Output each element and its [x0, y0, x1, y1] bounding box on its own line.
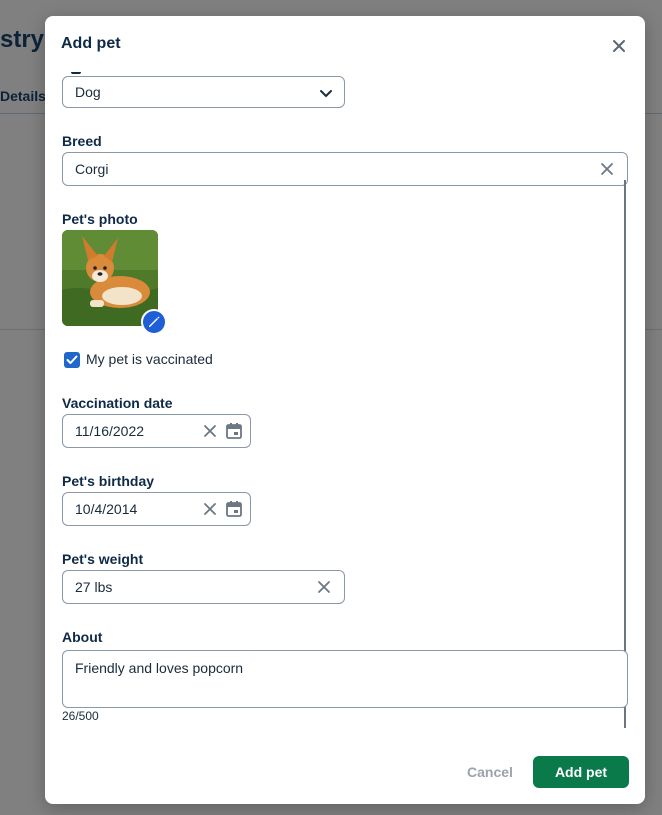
birthday-label: Pet's birthday [62, 473, 155, 489]
dialog-title: Add pet [61, 35, 121, 52]
vaccinated-checkbox[interactable] [64, 352, 80, 368]
add-pet-button[interactable]: Add pet [533, 756, 629, 788]
clear-vaccination-date-icon[interactable] [203, 424, 217, 438]
about-label: About [62, 629, 103, 645]
add-pet-dialog: Add pet Dog Breed Corgi Pet's photo My p… [45, 16, 645, 804]
calendar-icon[interactable] [225, 500, 243, 518]
clear-breed-icon[interactable] [600, 162, 614, 176]
vaccination-date-label: Vaccination date [62, 395, 173, 411]
weight-label: Pet's weight [62, 551, 144, 567]
check-icon [66, 355, 78, 364]
breed-value: Corgi [75, 161, 109, 177]
vaccination-date-input[interactable]: 11/16/2022 [62, 414, 251, 448]
close-button[interactable] [607, 34, 631, 58]
breed-label: Breed [62, 133, 102, 149]
about-value: Friendly and loves popcorn [75, 660, 244, 676]
type-label-fragment [71, 68, 81, 74]
vaccination-date-value: 11/16/2022 [75, 423, 145, 439]
clear-birthday-icon[interactable] [203, 502, 217, 516]
pencil-icon [149, 316, 160, 327]
clear-weight-icon[interactable] [317, 580, 331, 594]
close-icon [613, 40, 625, 52]
birthday-input[interactable]: 10/4/2014 [62, 492, 251, 526]
page-title: stry [0, 26, 45, 53]
breed-input[interactable]: Corgi [62, 152, 628, 186]
calendar-icon[interactable] [225, 422, 243, 440]
weight-input[interactable]: 27 lbs [62, 570, 345, 604]
weight-value: 27 lbs [75, 579, 113, 595]
about-char-counter: 26/500 [62, 709, 99, 723]
about-textarea[interactable]: Friendly and loves popcorn [62, 650, 628, 708]
vaccinated-label[interactable]: My pet is vaccinated [86, 351, 213, 367]
tab-details: Details [0, 88, 46, 104]
pet-type-select[interactable]: Dog [62, 76, 345, 108]
scrollbar[interactable] [624, 180, 626, 728]
edit-photo-button[interactable] [141, 309, 167, 335]
photo-label: Pet's photo [62, 211, 138, 227]
birthday-value: 10/4/2014 [75, 501, 138, 517]
pet-type-value: Dog [75, 84, 101, 100]
cancel-button[interactable]: Cancel [455, 756, 525, 788]
chevron-down-icon [320, 90, 332, 98]
